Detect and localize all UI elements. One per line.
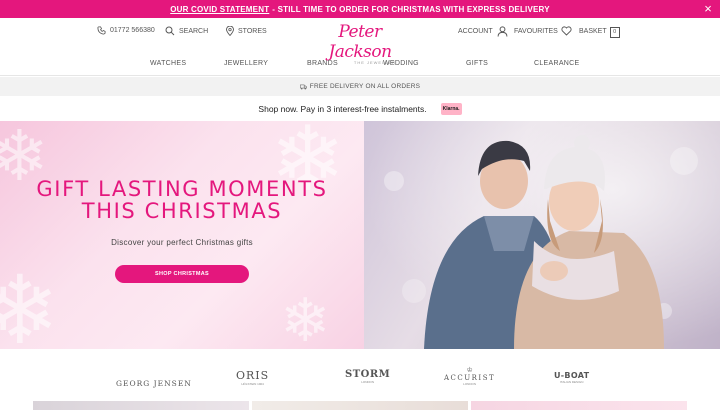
favourites-label: FAVOURITES	[514, 27, 558, 35]
delivery-strip: FREE DELIVERY ON ALL ORDERS	[0, 77, 720, 96]
brand-sublabel: HÖLSTEIN 1904	[241, 382, 264, 386]
search-icon	[165, 26, 175, 36]
account-link[interactable]: ACCOUNT	[458, 26, 508, 37]
brand-name: ACCURIST	[444, 374, 496, 382]
brand-logo-oris[interactable]: ORIS HÖLSTEIN 1904	[236, 369, 269, 386]
stores-label: STORES	[238, 27, 267, 35]
basket-count: 0	[613, 29, 617, 35]
nav-item-brands[interactable]: BRANDS	[307, 60, 338, 67]
snowflake-icon: ❄	[0, 256, 60, 349]
close-icon[interactable]: ×	[704, 1, 712, 17]
favourites-link[interactable]: FAVOURITES	[514, 26, 572, 36]
logo-script: Peter Jackson	[328, 22, 392, 62]
user-icon	[497, 26, 508, 37]
hero-title-line-2: THIS CHRISTMAS	[81, 199, 283, 223]
basket-icon: 0	[609, 27, 620, 38]
search-button[interactable]: SEARCH	[165, 26, 208, 36]
stores-link[interactable]: STORES	[226, 26, 267, 36]
site-logo[interactable]: Peter Jackson THE JEWELLER	[312, 22, 408, 65]
delivery-text: FREE DELIVERY ON ALL ORDERS	[309, 83, 421, 90]
hero-title-line-1: GIFT LASTING MOMENTS	[36, 177, 328, 201]
covid-statement-link[interactable]: OUR COVID STATEMENT	[170, 5, 269, 14]
truck-icon	[299, 84, 307, 89]
couple-photo-illustration	[364, 121, 720, 349]
brand-name: GEORG JENSEN	[116, 379, 192, 388]
basket-link[interactable]: BASKET 0	[579, 24, 620, 38]
shop-christmas-button[interactable]: SHOP CHRISTMAS	[115, 265, 249, 283]
nav-item-watches[interactable]: WATCHES	[150, 60, 186, 67]
brand-sublabel: LONDON	[361, 380, 375, 384]
promo-banner: OUR COVID STATEMENT - STILL TIME TO ORDE…	[0, 0, 720, 18]
brand-name: STORM	[345, 369, 391, 380]
brand-logo-storm[interactable]: STORM LONDON	[345, 369, 390, 384]
phone-icon	[97, 26, 106, 35]
brand-sublabel: LONDON	[463, 382, 476, 386]
product-tiles	[0, 401, 720, 410]
heart-icon	[561, 26, 572, 36]
accurist-crest-icon: ♔	[466, 367, 473, 374]
site-header: 01772 566380 SEARCH STORES Peter Jackson…	[0, 18, 720, 65]
brand-logo-accurist[interactable]: ♔ ACCURIST LONDON	[444, 367, 495, 386]
main-nav: WATCHES JEWELLERY BRANDS WEDDING GIFTS C…	[0, 58, 720, 76]
hero-photo[interactable]	[364, 121, 720, 349]
phone-link[interactable]: 01772 566380	[97, 26, 155, 35]
account-label: ACCOUNT	[458, 28, 493, 35]
nav-item-jewellery[interactable]: JEWELLERY	[224, 60, 268, 67]
brand-name: ORIS	[236, 369, 270, 382]
brand-name: U-BOAT	[554, 371, 590, 380]
product-tile[interactable]	[33, 401, 249, 410]
klarna-logo: Klarna.	[440, 102, 462, 115]
product-tile[interactable]	[252, 401, 468, 410]
brand-sublabel: ITALIAN DESIGN	[559, 380, 584, 384]
phone-number: 01772 566380	[110, 27, 155, 34]
brands-row: GEORG JENSEN ORIS HÖLSTEIN 1904 STORM LO…	[0, 349, 720, 401]
hero-title: GIFT LASTING MOMENTS THIS CHRISTMAS	[0, 178, 364, 222]
brand-logo-georg-jensen[interactable]: GEORG JENSEN	[116, 373, 192, 391]
basket-label: BASKET	[579, 27, 607, 35]
product-tile[interactable]	[471, 401, 687, 410]
nav-item-gifts[interactable]: GIFTS	[466, 60, 488, 67]
nav-item-clearance[interactable]: CLEARANCE	[534, 60, 580, 67]
klarna-text: Shop now. Pay in 3 interest-free instalm…	[258, 103, 427, 114]
hero-panel: ❄ ❄ ❄ ❄ GIFT LASTING MOMENTS THIS CHRIST…	[0, 121, 364, 349]
nav-item-wedding[interactable]: WEDDING	[383, 60, 419, 67]
map-pin-icon	[226, 26, 234, 36]
snowflake-icon: ❄	[280, 286, 331, 349]
promo-message: - STILL TIME TO ORDER FOR CHRISTMAS WITH…	[272, 4, 550, 14]
brand-logo-u-boat[interactable]: U-BOAT ITALIAN DESIGN	[554, 371, 589, 384]
search-label: SEARCH	[179, 27, 209, 35]
klarna-bar[interactable]: Shop now. Pay in 3 interest-free instalm…	[0, 96, 720, 121]
hero-subtitle: Discover your perfect Christmas gifts	[111, 238, 253, 247]
